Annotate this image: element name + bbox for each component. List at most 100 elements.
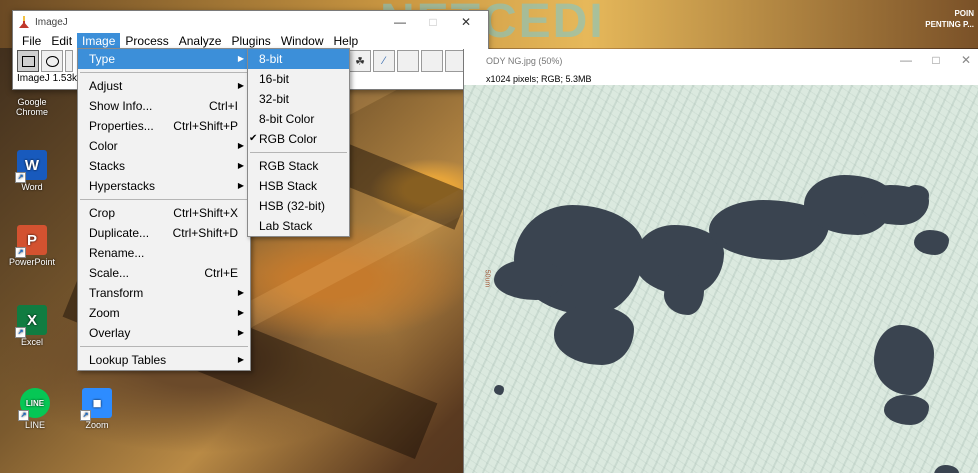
menu-item-duplicate[interactable]: Duplicate... Ctrl+Shift+D: [78, 223, 250, 243]
menu-help[interactable]: Help: [329, 33, 364, 49]
close-button[interactable]: ✕: [451, 14, 481, 30]
menu-item-label: HSB (32-bit): [259, 199, 326, 213]
word-icon: W ↗: [15, 150, 47, 183]
type-item-hsb-stack[interactable]: HSB Stack: [248, 176, 349, 196]
type-item-8-bit-color[interactable]: 8-bit Color: [248, 109, 349, 129]
submenu-arrow-icon: ▶: [237, 54, 244, 63]
dropper-icon[interactable]: ⁄: [373, 50, 395, 72]
menu-item-lookup-tables[interactable]: Lookup Tables ▶: [78, 350, 250, 370]
type-item-lab-stack[interactable]: Lab Stack: [248, 216, 349, 236]
menu-item-label: Rename...: [89, 246, 145, 260]
shortcut-arrow-icon: ↗: [80, 410, 91, 421]
tool-slot-1[interactable]: [397, 50, 419, 72]
rectangle-tool-icon[interactable]: [17, 50, 39, 72]
submenu-arrow-icon: ▶: [237, 161, 244, 170]
desktop-icon-google-chrome[interactable]: Google Chrome: [5, 95, 59, 117]
menu-plugins[interactable]: Plugins: [226, 33, 275, 49]
menu-item-transform[interactable]: Transform ▶: [78, 283, 250, 303]
desktop-icon-word[interactable]: W ↗ Word: [5, 150, 59, 192]
menu-item-rename[interactable]: Rename...: [78, 243, 250, 263]
image-minimize-button[interactable]: —: [892, 53, 920, 67]
menu-window[interactable]: Window: [276, 33, 329, 49]
type-item-32-bit[interactable]: 32-bit: [248, 89, 349, 109]
shortcut-arrow-icon: ↗: [18, 410, 29, 421]
menu-item-label: Hyperstacks: [89, 179, 156, 193]
desktop-icon-excel[interactable]: X ↗ Excel: [5, 305, 59, 347]
desktop-icon-zoom[interactable]: ■ ↗ Zoom: [70, 388, 124, 430]
imagej-title-bar[interactable]: ImageJ — □ ✕: [13, 11, 488, 33]
desktop-icon-powerpoint[interactable]: P ↗ PowerPoint: [5, 225, 59, 267]
desktop-icon-label: PowerPoint: [8, 257, 56, 267]
menu-file[interactable]: File: [17, 33, 46, 49]
menu-item-label: Stacks: [89, 159, 126, 173]
submenu-arrow-icon: ▶: [237, 81, 244, 90]
zoom-icon: ■ ↗: [80, 388, 112, 421]
imagej-status-text: ImageJ 1.53k: [17, 73, 78, 84]
menu-item-label: Show Info...: [89, 99, 153, 113]
submenu-arrow-icon: ▶: [237, 355, 244, 364]
menu-item-scale[interactable]: Scale... Ctrl+E: [78, 263, 250, 283]
menu-item-shortcut: Ctrl+I: [208, 99, 238, 113]
type-item-8-bit[interactable]: 8-bit: [248, 49, 349, 69]
menu-item-show-info[interactable]: Show Info... Ctrl+I: [78, 96, 250, 116]
scale-bar-label: 50um: [483, 269, 491, 288]
menu-item-zoom[interactable]: Zoom ▶: [78, 303, 250, 323]
menu-item-label: Transform: [89, 286, 144, 300]
menu-image[interactable]: Image: [77, 33, 121, 49]
type-item-16-bit[interactable]: 16-bit: [248, 69, 349, 89]
shortcut-arrow-icon: ↗: [15, 172, 26, 183]
menu-item-label: Lab Stack: [259, 219, 313, 233]
submenu-arrow-icon: ▶: [237, 308, 244, 317]
menu-item-hyperstacks[interactable]: Hyperstacks ▶: [78, 176, 250, 196]
menu-item-label: Crop: [89, 206, 116, 220]
menu-item-label: RGB Color: [259, 132, 318, 146]
menu-item-stacks[interactable]: Stacks ▶: [78, 156, 250, 176]
image-maximize-button[interactable]: □: [922, 53, 950, 67]
menu-process[interactable]: Process: [120, 33, 173, 49]
checkmark-icon: ✔: [249, 133, 258, 144]
menu-item-adjust[interactable]: Adjust ▶: [78, 76, 250, 96]
polygon-tool-icon[interactable]: [65, 50, 73, 72]
menu-item-shortcut: Ctrl+Shift+P: [173, 119, 238, 133]
tool-slot-2[interactable]: [421, 50, 443, 72]
menu-item-crop[interactable]: Crop Ctrl+Shift+X: [78, 203, 250, 223]
menu-separator: [80, 199, 248, 200]
desktop-icon-label: Zoom: [85, 420, 109, 430]
desktop-shortcut-label[interactable]: POIN PENTING P...: [925, 8, 974, 30]
type-item-rgb-stack[interactable]: RGB Stack: [248, 156, 349, 176]
minimize-button[interactable]: —: [385, 14, 415, 30]
menu-item-label: Scale...: [89, 266, 130, 280]
menu-separator: [250, 152, 347, 153]
menu-item-overlay[interactable]: Overlay ▶: [78, 323, 250, 343]
excel-icon: X ↗: [15, 305, 47, 338]
menu-item-label: Zoom: [89, 306, 120, 320]
menu-item-label: Lookup Tables: [89, 353, 167, 367]
imagej-window-title: ImageJ: [35, 16, 68, 28]
powerpoint-icon: P ↗: [15, 225, 47, 258]
oval-tool-icon[interactable]: [41, 50, 63, 72]
shortcut-arrow-icon: ↗: [15, 327, 26, 338]
color-picker-icon[interactable]: ☘: [349, 50, 371, 72]
menu-item-label: Overlay: [89, 326, 131, 340]
image-menu-dropdown: Type ▶ Adjust ▶ Show Info... Ctrl+I Properties…: [77, 48, 251, 371]
menu-item-color[interactable]: Color ▶: [78, 136, 250, 156]
menu-item-label: Properties...: [89, 119, 154, 133]
type-item-rgb-color[interactable]: ✔ RGB Color: [248, 129, 349, 149]
menu-analyze[interactable]: Analyze: [174, 33, 227, 49]
maximize-button[interactable]: □: [418, 14, 448, 30]
menu-item-label: 8-bit Color: [259, 112, 315, 126]
type-item-hsb-32-bit[interactable]: HSB (32-bit): [248, 196, 349, 216]
image-close-button[interactable]: ✕: [952, 53, 978, 67]
menu-item-properties[interactable]: Properties... Ctrl+Shift+P: [78, 116, 250, 136]
image-window-title-bar[interactable]: ODY NG.jpg (50%) — □ ✕: [464, 49, 978, 73]
menu-item-label: Adjust: [89, 79, 123, 93]
menu-item-label: RGB Stack: [259, 159, 319, 173]
menu-edit[interactable]: Edit: [46, 33, 77, 49]
desktop-icon-label: Google Chrome: [15, 97, 48, 117]
micrograph-image[interactable]: 50um: [464, 85, 978, 473]
desktop-icon-line[interactable]: LINE ↗ LINE: [8, 388, 62, 430]
menu-separator: [80, 346, 248, 347]
image-window-title: ODY NG.jpg (50%): [486, 56, 563, 66]
menu-item-label: HSB Stack: [259, 179, 318, 193]
menu-item-type[interactable]: Type ▶: [78, 49, 250, 69]
